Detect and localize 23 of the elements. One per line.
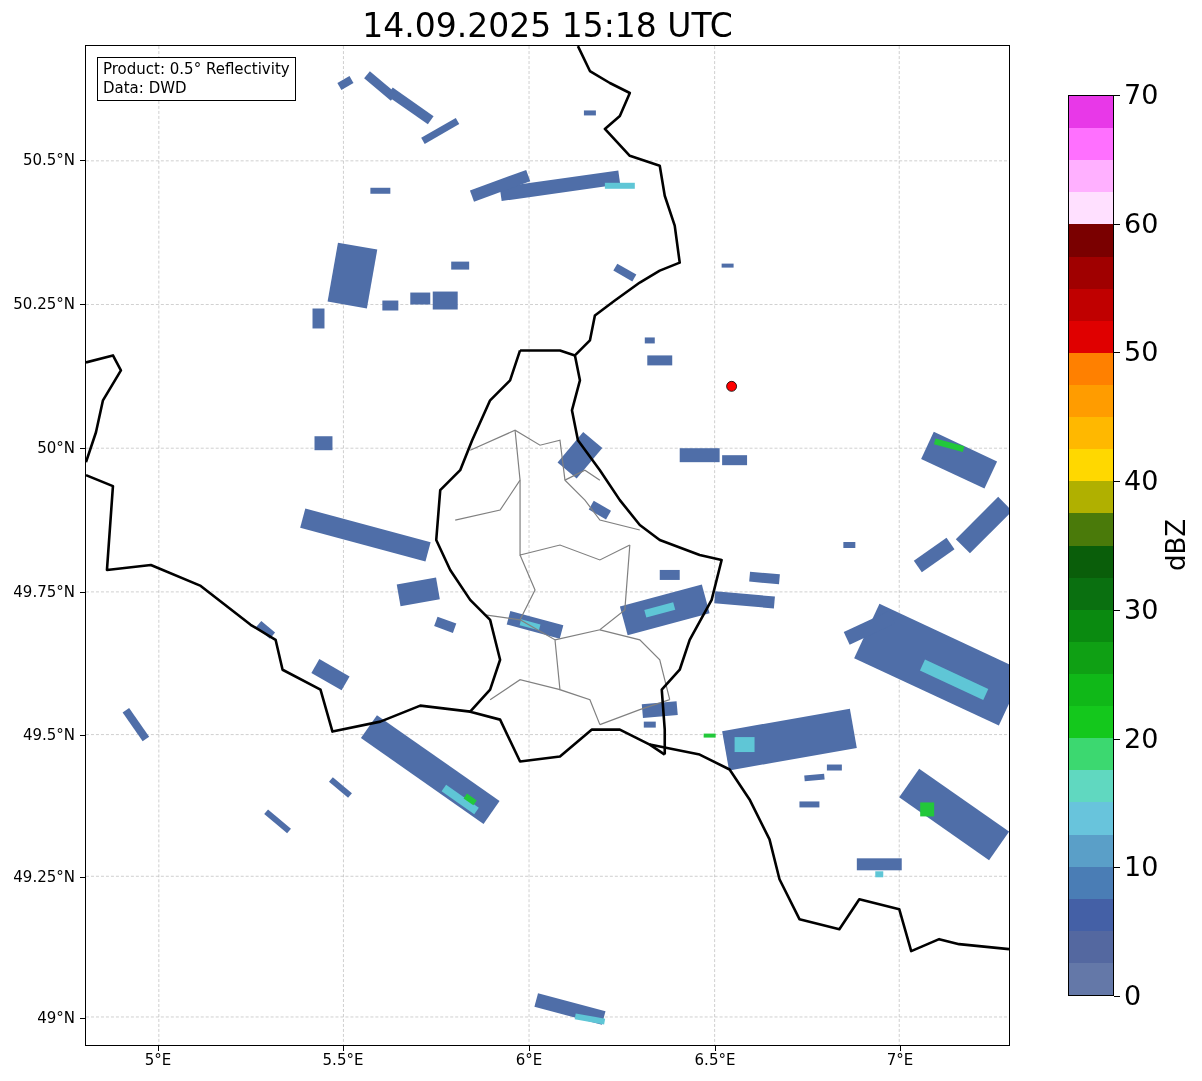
longitude-label: 6.5°E: [693, 1051, 737, 1069]
latitude-label: 49.75°N: [13, 583, 75, 601]
colorbar-tick-label: 50: [1124, 337, 1159, 368]
longitude-label: 5°E: [143, 1051, 173, 1069]
latitude-label: 49°N: [37, 1009, 75, 1027]
colorbar-tick-label: 10: [1124, 852, 1159, 883]
longitude-label: 7°E: [885, 1051, 915, 1069]
latitude-label: 50°N: [37, 439, 75, 457]
colorbar-tick-label: 60: [1124, 208, 1159, 239]
colorbar-tick-label: 20: [1124, 723, 1159, 754]
colorbar-tick-label: 30: [1124, 594, 1159, 625]
longitude-label: 5.5°E: [321, 1051, 365, 1069]
colorbar-label: dBZ: [1161, 518, 1192, 572]
latitude-label: 50.5°N: [22, 151, 75, 169]
latitude-label: 49.25°N: [13, 868, 75, 886]
chart-title: 14.09.2025 15:18 UTC: [361, 5, 734, 47]
latitude-label: 50.25°N: [13, 295, 75, 313]
colorbar-tick-label: 40: [1124, 466, 1159, 497]
latitude-label: 49.5°N: [22, 726, 75, 744]
info-box: Product: 0.5° Reflectivity Data: DWD: [97, 57, 296, 101]
colorbar-tick-label: 0: [1124, 981, 1142, 1011]
longitude-label: 6°E: [514, 1051, 544, 1069]
colorbar-tick-label: 70: [1124, 80, 1159, 110]
